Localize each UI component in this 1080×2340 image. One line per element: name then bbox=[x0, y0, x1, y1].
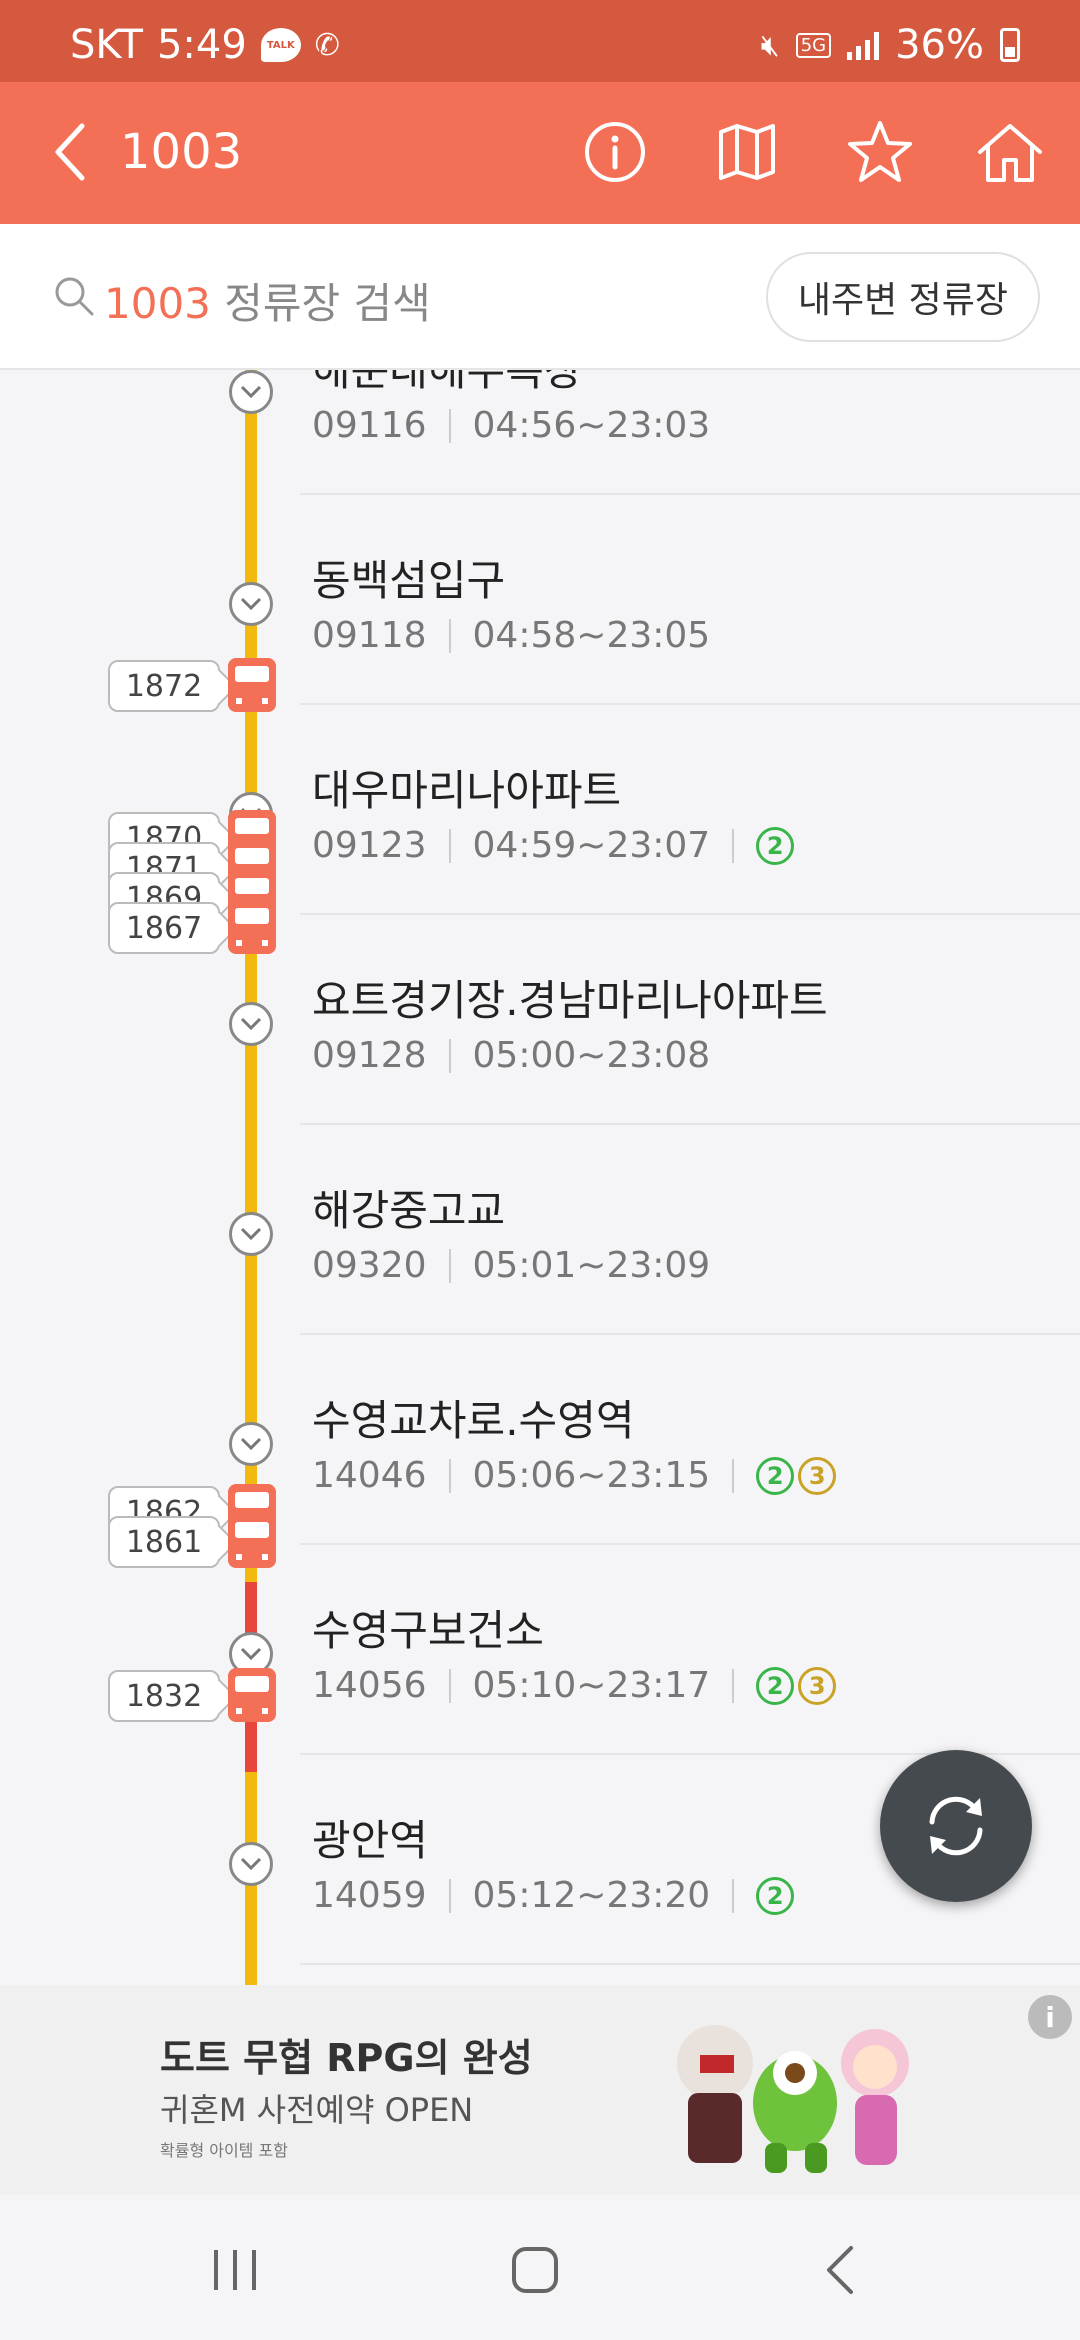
stop-name: 해운대해수욕장 bbox=[312, 370, 583, 395]
ad-note: 확률형 아이템 포함 bbox=[160, 2141, 288, 2160]
subway-line-2-badge: 2 bbox=[756, 1666, 795, 1705]
bus-number-tag[interactable]: 1872 bbox=[108, 660, 220, 712]
subway-line-3-badge: 3 bbox=[798, 1456, 837, 1495]
stop-id: 14046 bbox=[312, 1455, 427, 1496]
bus-number-tag[interactable]: 1867 bbox=[108, 902, 220, 954]
talk-icon: TALK bbox=[260, 28, 301, 62]
navigation-bar bbox=[0, 2195, 1080, 2340]
stop-name: 수영구보건소 bbox=[312, 1606, 544, 1655]
bus-icon[interactable] bbox=[228, 1514, 276, 1568]
stop-name: 동백섬입구 bbox=[312, 556, 506, 605]
stop-list[interactable]: 해운대해수욕장 09116 04:56~23:03 동백섬입구 09118 04… bbox=[0, 370, 1080, 1985]
stop-hours: 05:06~23:15 bbox=[472, 1455, 711, 1496]
refresh-icon bbox=[929, 1796, 983, 1856]
signal-icon bbox=[847, 30, 880, 60]
battery-level: 36% bbox=[895, 22, 984, 68]
ad-characters-image bbox=[677, 2025, 909, 2173]
ad-banner[interactable]: 도트 무협 RPG의 완성 귀혼M 사전예약 OPEN 확률형 아이템 포함 i bbox=[0, 1985, 1080, 2195]
search-route-highlight: 1003 bbox=[104, 279, 211, 328]
chevron-down-icon[interactable] bbox=[229, 1422, 273, 1466]
search-input[interactable]: 1003 정류장 검색 bbox=[104, 270, 431, 331]
bus-number-tag[interactable]: 1861 bbox=[108, 1516, 220, 1568]
bus-icon[interactable] bbox=[228, 1668, 276, 1722]
list-item[interactable]: 해강중고교 09320 05:01~23:09 bbox=[0, 1125, 1080, 1335]
stop-hours: 04:56~23:03 bbox=[472, 405, 711, 446]
stop-id: 14056 bbox=[312, 1665, 427, 1706]
ad-info-icon[interactable]: i bbox=[1028, 1995, 1072, 2039]
stop-hours: 04:59~23:07 bbox=[472, 825, 711, 866]
subway-line-2-badge: 2 bbox=[756, 1876, 795, 1915]
stop-hours: 05:01~23:09 bbox=[472, 1245, 711, 1286]
map-icon[interactable] bbox=[707, 112, 787, 192]
stop-id: 09116 bbox=[312, 405, 427, 446]
app-bar: 1003 bbox=[0, 82, 1080, 224]
chevron-down-icon[interactable] bbox=[229, 1212, 273, 1256]
stop-name: 해강중고교 bbox=[312, 1186, 506, 1235]
stop-hours: 05:00~23:08 bbox=[472, 1035, 711, 1076]
refresh-button[interactable] bbox=[880, 1750, 1032, 1902]
stop-name: 광안역 bbox=[312, 1816, 428, 1865]
chevron-down-icon[interactable] bbox=[229, 370, 273, 414]
stop-id: 09118 bbox=[312, 615, 427, 656]
stop-name: 대우마리나아파트 bbox=[312, 766, 622, 815]
stop-hours: 05:10~23:17 bbox=[472, 1665, 711, 1706]
stop-hours: 04:58~23:05 bbox=[472, 615, 711, 656]
star-icon[interactable] bbox=[840, 112, 920, 192]
chevron-down-icon[interactable] bbox=[229, 582, 273, 626]
bus-number-tag[interactable]: 1832 bbox=[108, 1670, 220, 1722]
bus-icon[interactable] bbox=[228, 658, 276, 712]
stop-id: 14059 bbox=[312, 1875, 427, 1916]
search-icon bbox=[52, 274, 96, 322]
list-item[interactable]: 수영구보건소 14056 05:10~23:17 2 3 bbox=[0, 1545, 1080, 1755]
stop-name: 요트경기장.경남마리나아파트 bbox=[312, 976, 828, 1025]
back-icon[interactable] bbox=[30, 112, 110, 192]
battery-icon bbox=[1000, 28, 1020, 62]
subway-line-2-badge: 2 bbox=[756, 1456, 795, 1495]
stop-id: 09320 bbox=[312, 1245, 427, 1286]
recent-apps-icon[interactable] bbox=[190, 2235, 280, 2305]
chevron-down-icon[interactable] bbox=[229, 1842, 273, 1886]
stop-id: 09123 bbox=[312, 825, 427, 866]
ad-subtitle: 귀혼M 사전예약 OPEN bbox=[160, 2091, 474, 2129]
stop-name: 수영교차로.수영역 bbox=[312, 1396, 635, 1445]
nearby-stops-button[interactable]: 내주변 정류장 bbox=[765, 252, 1040, 342]
ad-title: 도트 무협 RPG의 완성 bbox=[160, 2036, 533, 2080]
chevron-down-icon[interactable] bbox=[229, 1002, 273, 1046]
list-item[interactable]: 해운대해수욕장 09116 04:56~23:03 bbox=[0, 370, 1080, 495]
network-type: 5G bbox=[795, 32, 832, 58]
info-icon[interactable] bbox=[575, 112, 655, 192]
call-icon: ✆ bbox=[314, 27, 340, 63]
bus-icon[interactable] bbox=[228, 900, 276, 954]
mute-icon: 🔇︎ bbox=[760, 27, 780, 63]
route-number: 1003 bbox=[120, 124, 243, 180]
stop-id: 09128 bbox=[312, 1035, 427, 1076]
search-placeholder: 정류장 검색 bbox=[210, 279, 431, 328]
carrier: SKT bbox=[70, 22, 143, 68]
subway-line-2-badge: 2 bbox=[756, 826, 795, 865]
stop-hours: 05:12~23:20 bbox=[472, 1875, 711, 1916]
home-icon[interactable] bbox=[970, 112, 1050, 192]
clock: 5:49 bbox=[156, 22, 247, 68]
status-bar: SKT 5:49 TALK ✆ 🔇︎ 5G 36% bbox=[0, 0, 1080, 82]
search-bar: 1003 정류장 검색 내주변 정류장 bbox=[0, 224, 1080, 370]
back-nav-icon[interactable] bbox=[795, 2235, 885, 2305]
home-nav-icon[interactable] bbox=[490, 2235, 580, 2305]
subway-line-3-badge: 3 bbox=[798, 1666, 837, 1705]
